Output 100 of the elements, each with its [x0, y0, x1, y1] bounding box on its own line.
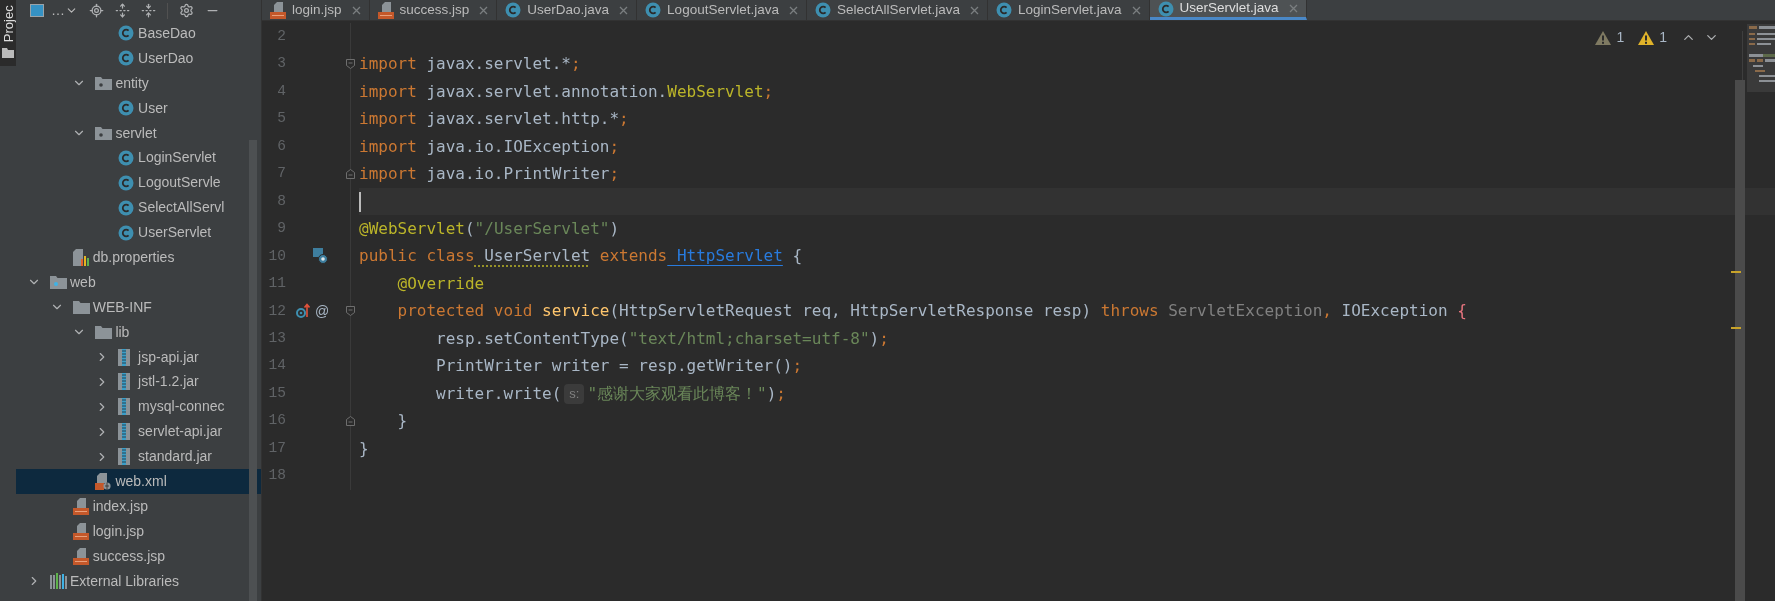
tree-item[interactable]: standard.jar	[16, 444, 261, 470]
close-icon[interactable]	[351, 5, 361, 15]
tree-item-label: LogoutServle	[138, 173, 221, 193]
tree-item[interactable]: index.jsp	[16, 493, 261, 519]
tree-item[interactable]: login.jsp	[16, 518, 261, 544]
view-dropdown[interactable]: …	[51, 0, 78, 21]
parameter-hint: s:	[564, 384, 585, 404]
project-side-tab[interactable]: Projec	[0, 0, 16, 66]
text-caret	[359, 191, 361, 212]
tree-item-label: UserDao	[138, 48, 194, 68]
tree-item-label: servlet-api.jar	[138, 422, 223, 442]
close-icon[interactable]	[479, 5, 489, 15]
tree-item-label: BaseDao	[138, 23, 196, 43]
folder-icon	[50, 275, 67, 290]
code-text: ;	[609, 135, 620, 158]
tree-item-label: WEB-INF	[92, 297, 152, 317]
tree-item[interactable]: jsp-api.jar	[16, 344, 261, 370]
fold-icon[interactable]	[346, 59, 355, 70]
line-number: 4	[276, 81, 286, 101]
expand-all-icon[interactable]	[115, 3, 130, 18]
code-text: resp.setContentType(	[435, 327, 629, 350]
code-text: java.io.IOException	[425, 135, 610, 158]
tree-item[interactable]: LogoutServle	[16, 170, 261, 196]
line-number: 18	[267, 466, 286, 486]
code-text: @Override	[396, 272, 485, 295]
scrollbar[interactable]	[249, 140, 257, 601]
tree-item[interactable]: web.xml	[16, 469, 261, 494]
editor-tab[interactable]: success.jsp	[369, 0, 498, 20]
warning-icon[interactable]	[1638, 30, 1655, 45]
tree-item[interactable]: BaseDao	[16, 21, 261, 46]
tree-item[interactable]: UserServlet	[16, 220, 261, 245]
tree-item[interactable]: User	[16, 95, 261, 121]
tree-item-label: External Libraries	[70, 571, 179, 591]
locate-icon[interactable]	[89, 3, 104, 18]
fold-icon[interactable]	[346, 306, 355, 317]
weak-warning-icon[interactable]	[1595, 30, 1612, 45]
override-marker-icon[interactable]	[296, 303, 310, 320]
line-number: 16	[267, 411, 286, 431]
close-icon[interactable]	[1131, 5, 1141, 15]
tree-item[interactable]: LoginServlet	[16, 145, 261, 171]
tree-item-label: lib	[115, 322, 130, 342]
tree-item[interactable]: servlet	[16, 120, 261, 146]
jsp-file-icon	[72, 547, 89, 565]
tree-item[interactable]: External Libraries	[16, 568, 261, 594]
code-text: {	[791, 245, 803, 268]
code-text: void	[492, 300, 533, 323]
jar-icon	[118, 398, 131, 416]
editor-tab[interactable]: login.jsp	[262, 0, 370, 20]
code-text: {	[1457, 300, 1467, 323]
jar-icon	[118, 373, 131, 391]
fold-icon[interactable]	[346, 169, 355, 180]
code-text: ,	[1322, 300, 1332, 323]
tree-item[interactable]: jstl-1.2.jar	[16, 369, 261, 395]
tree-item[interactable]: servlet-api.jar	[16, 419, 261, 445]
implemented-marker-icon[interactable]	[312, 248, 328, 265]
tree-item[interactable]: UserDao	[16, 45, 261, 71]
tree-item-label: jsp-api.jar	[138, 347, 199, 367]
code-text: (HttpServletRequest req, HttpServletResponse resp)	[609, 300, 1093, 323]
code-text: ;	[609, 163, 620, 186]
tree-item-label: LoginServlet	[138, 148, 216, 168]
tree-item[interactable]: web	[16, 269, 261, 295]
tree-item[interactable]: lib	[16, 319, 261, 345]
editor-tab[interactable]: LogoutServlet.java	[637, 0, 807, 20]
editor-tab[interactable]: UserServlet.java	[1149, 0, 1307, 20]
tree-item[interactable]: success.jsp	[16, 543, 261, 569]
code-text: "/UserServlet"	[474, 218, 610, 240]
editor-tab[interactable]: SelectAllServlet.java	[806, 0, 988, 20]
package-folder-icon	[95, 126, 113, 140]
editor-tab[interactable]: LoginServlet.java	[988, 0, 1150, 20]
close-icon[interactable]	[788, 5, 798, 15]
settings-icon[interactable]	[179, 3, 194, 18]
line-number: 9	[276, 219, 286, 239]
class-icon	[118, 224, 135, 241]
annotation-marker[interactable]: @	[315, 300, 330, 322]
folder-icon	[2, 48, 14, 58]
editor-tab[interactable]: UserDao.java	[497, 0, 638, 20]
code-text: @WebServlet	[359, 218, 465, 240]
tree-item[interactable]: db.properties	[16, 245, 261, 270]
scrollbar[interactable]	[1735, 80, 1745, 601]
line-number: 10	[267, 246, 286, 266]
code-text: ;	[619, 108, 629, 131]
line-number: 8	[276, 191, 286, 211]
tree-item[interactable]: SelectAllServl	[16, 195, 261, 221]
code-text: throws	[1100, 300, 1159, 323]
tree-item[interactable]: entity	[16, 70, 261, 96]
line-number: 11	[267, 274, 286, 294]
tree-item-label: entity	[115, 73, 149, 93]
close-icon[interactable]	[619, 5, 629, 15]
tree-item[interactable]: WEB-INF	[16, 294, 261, 320]
code-text: ;	[879, 327, 889, 350]
code-text: )	[869, 327, 880, 350]
fold-icon[interactable]	[346, 416, 355, 427]
tree-item[interactable]: mysql-connec	[16, 394, 261, 420]
close-icon[interactable]	[970, 5, 979, 15]
tree-item-label: success.jsp	[92, 546, 166, 566]
folder-icon	[95, 325, 113, 340]
collapse-all-icon[interactable]	[141, 3, 156, 18]
tree-item-label: jstl-1.2.jar	[138, 372, 199, 392]
tree-item-label: mysql-connec	[138, 397, 225, 417]
code-text: import	[359, 80, 417, 103]
